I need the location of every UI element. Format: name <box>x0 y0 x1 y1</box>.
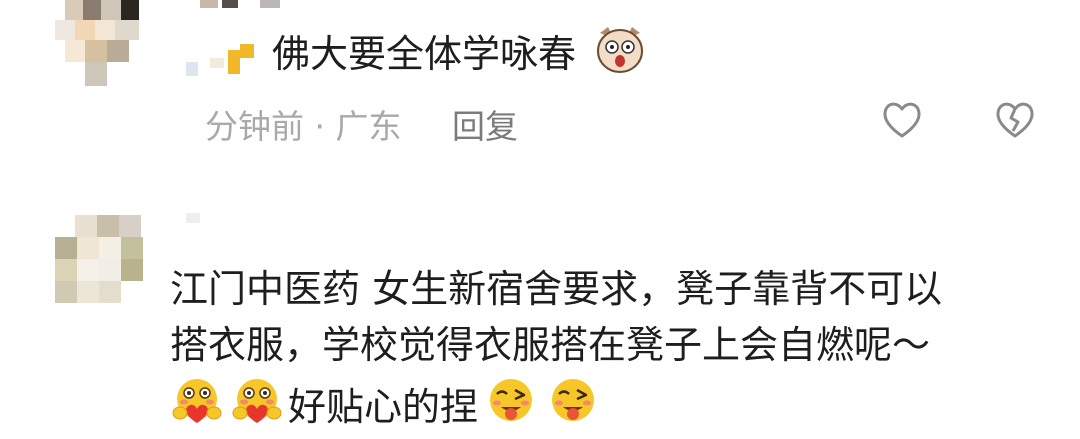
comment-text-line2: 搭衣服，学校觉得衣服搭在凳子上会自燃呢～ <box>170 323 931 367</box>
winking-tongue-emoji <box>546 375 600 438</box>
comment-text: 佛大要全体学咏春 <box>272 32 577 76</box>
comment-text-line3: 好贴心的捏 <box>288 384 479 429</box>
comment-text-line1: 江门中医药 女生新宿舍要求，凳子靠背不可以 <box>170 267 943 311</box>
winking-tongue-emoji <box>484 375 538 438</box>
reply-button[interactable]: 回复 <box>452 100 518 148</box>
username-fragment <box>186 213 200 223</box>
username-fragment <box>222 0 238 8</box>
blushing-heart-emoji <box>170 375 224 438</box>
heart-outline-icon[interactable] <box>880 98 924 142</box>
avatar[interactable] <box>55 0 145 88</box>
badge-fragment <box>240 44 254 58</box>
badge-fragment <box>210 58 224 68</box>
avatar[interactable] <box>55 215 155 307</box>
blushing-heart-emoji <box>230 375 284 438</box>
badge-fragment <box>186 62 198 76</box>
username-fragment <box>200 0 218 8</box>
comment-meta: 分钟前 · 广东 <box>205 107 402 146</box>
username-fragment <box>260 0 280 8</box>
dog-face-emoji <box>592 25 648 88</box>
broken-heart-icon[interactable] <box>993 98 1037 142</box>
badge-fragment <box>228 50 240 74</box>
